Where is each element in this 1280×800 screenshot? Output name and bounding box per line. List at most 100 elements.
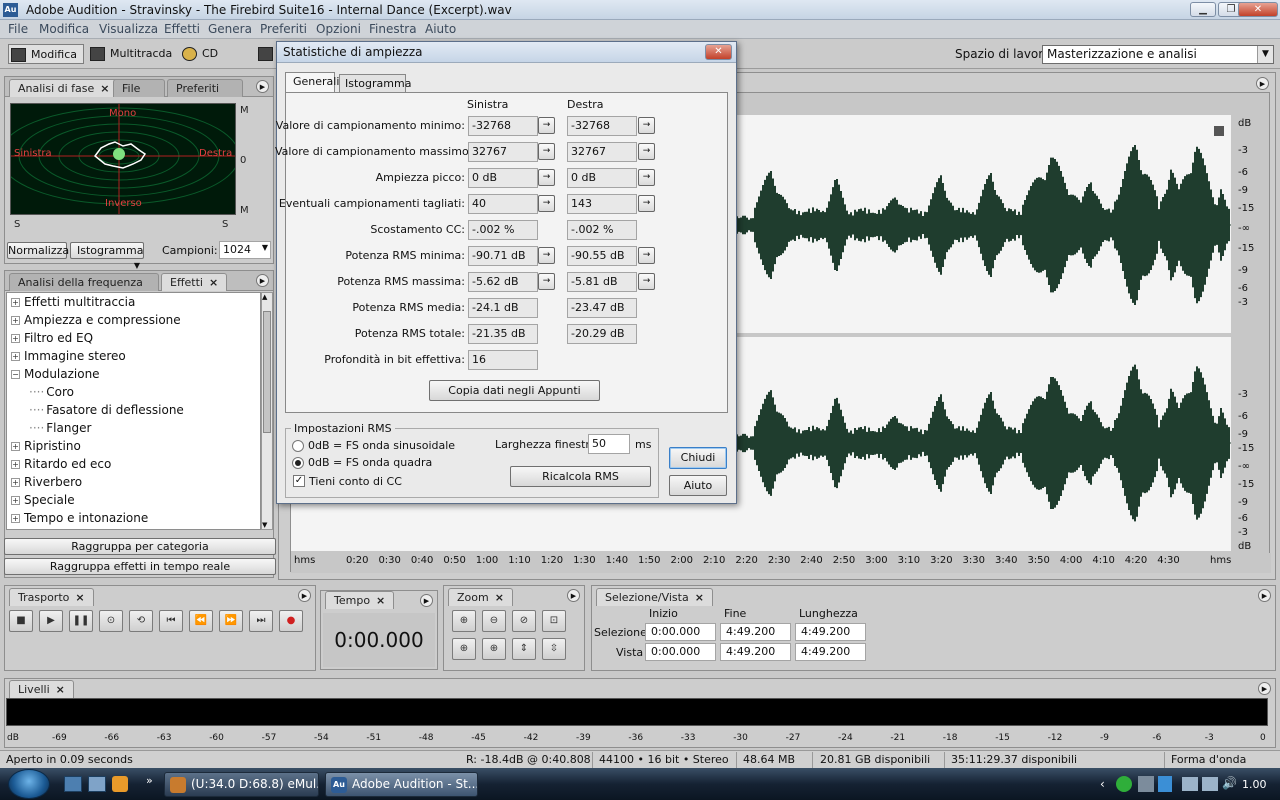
menu-opzioni[interactable]: Opzioni — [316, 22, 361, 36]
tray-network-icon[interactable] — [1158, 776, 1172, 792]
minimize-button[interactable]: ▁ — [1190, 2, 1216, 17]
menu-visualizza[interactable]: Visualizza — [99, 22, 158, 36]
selection-length-field[interactable]: 4:49.200 — [795, 623, 866, 641]
go-to-arrow-icon[interactable]: → — [538, 117, 555, 134]
scroll-up-icon[interactable]: ▲ — [262, 293, 267, 301]
radio-sine[interactable] — [292, 440, 304, 452]
extra-tool-button[interactable] — [256, 44, 274, 64]
effects-tree-item[interactable]: ···· Flanger — [29, 421, 91, 435]
histogram-dropdown[interactable]: Istogramma ▼ — [70, 242, 144, 270]
go-to-arrow-icon[interactable]: → — [638, 273, 655, 290]
effects-tree-item[interactable]: + Immagine stereo — [11, 349, 126, 363]
tray-update-icon[interactable] — [1116, 776, 1132, 792]
tab-generali[interactable]: Generali — [285, 72, 339, 92]
tab-transport[interactable]: Trasporto × — [9, 588, 94, 606]
panel-menu-icon[interactable]: ▶ — [567, 589, 580, 602]
view-end-field[interactable]: 4:49.200 — [720, 643, 791, 661]
window-width-input[interactable]: 50 — [588, 434, 630, 454]
zoom-out-icon[interactable]: ⊖ — [482, 610, 506, 632]
zoom-selection-icon[interactable]: ⊡ — [542, 610, 566, 632]
effects-tree-item[interactable]: + Ampiezza e compressione — [11, 313, 181, 327]
tray-monitor-icon[interactable] — [1182, 777, 1198, 791]
aiuto-button[interactable]: Aiuto — [669, 475, 727, 496]
expand-icon[interactable]: + — [11, 478, 20, 487]
quicklaunch-chevron-icon[interactable]: » — [146, 774, 153, 787]
go-to-arrow-icon[interactable]: → — [638, 117, 655, 134]
multitrack-view-button[interactable]: Multitracda — [88, 44, 172, 64]
effects-tree-item[interactable]: + Filtro ed EQ — [11, 331, 93, 345]
menu-effetti[interactable]: Effetti — [164, 22, 200, 36]
menu-file[interactable]: File — [8, 22, 28, 36]
panel-menu-icon[interactable]: ▶ — [256, 274, 269, 287]
taskbar-audition[interactable]: Au Adobe Audition - St... — [325, 772, 478, 797]
close-icon[interactable]: × — [100, 82, 109, 95]
close-icon[interactable]: × — [695, 591, 704, 604]
zoom-full-icon[interactable]: ⊘ — [512, 610, 536, 632]
chiudi-button[interactable]: Chiudi — [669, 447, 727, 469]
effects-tree-item[interactable]: + Ritardo ed eco — [11, 457, 111, 471]
expand-icon[interactable]: + — [11, 298, 20, 307]
tray-volume-icon[interactable]: 🔊 — [1222, 776, 1237, 790]
go-to-arrow-icon[interactable]: → — [538, 273, 555, 290]
effects-tree-item[interactable]: + Tempo e intonazione — [11, 511, 148, 525]
view-length-field[interactable]: 4:49.200 — [795, 643, 866, 661]
go-to-end-button[interactable]: ⏭ — [249, 610, 273, 632]
view-start-field[interactable]: 0:00.000 — [645, 643, 716, 661]
go-to-arrow-icon[interactable]: → — [538, 247, 555, 264]
menu-modifica[interactable]: Modifica — [39, 22, 89, 36]
expand-icon[interactable]: + — [11, 514, 20, 523]
tab-frequency-analysis[interactable]: Analisi della frequenza — [9, 273, 159, 291]
effects-tree-item[interactable]: + Speciale — [11, 493, 75, 507]
menu-genera[interactable]: Genera — [208, 22, 252, 36]
tab-zoom[interactable]: Zoom × — [448, 588, 513, 606]
loop-button[interactable]: ⟲ — [129, 610, 153, 632]
go-to-arrow-icon[interactable]: → — [638, 195, 655, 212]
tab-preferiti[interactable]: Preferiti — [167, 79, 243, 97]
zoom-left-icon[interactable]: ⊕ — [452, 638, 476, 660]
scroll-thumb[interactable] — [263, 311, 271, 433]
rewind-button[interactable]: ⏪ — [189, 610, 213, 632]
tab-phase-analysis[interactable]: Analisi di fase × — [9, 79, 119, 97]
go-to-start-button[interactable]: ⏮ — [159, 610, 183, 632]
radio-square[interactable] — [292, 457, 304, 469]
effects-tree-item[interactable]: − Modulazione — [11, 367, 100, 381]
panel-menu-icon[interactable]: ▶ — [298, 589, 311, 602]
group-by-category-button[interactable]: Raggruppa per categoria — [4, 538, 276, 555]
panel-menu-icon[interactable]: ▶ — [1258, 682, 1271, 695]
go-to-arrow-icon[interactable]: → — [638, 169, 655, 186]
close-icon[interactable]: × — [495, 591, 504, 604]
tab-istogramma[interactable]: Istogramma — [339, 74, 411, 92]
cd-view-button[interactable]: CD — [180, 44, 218, 64]
expand-icon[interactable]: + — [11, 442, 20, 451]
group-realtime-button[interactable]: Raggruppa effetti in tempo reale — [4, 558, 276, 575]
close-icon[interactable]: × — [376, 594, 385, 607]
selection-end-field[interactable]: 4:49.200 — [720, 623, 791, 641]
expand-icon[interactable]: + — [11, 334, 20, 343]
stop-button[interactable]: ■ — [9, 610, 33, 632]
collapse-icon[interactable]: − — [11, 370, 20, 379]
go-to-arrow-icon[interactable]: → — [638, 247, 655, 264]
dialog-close-button[interactable]: ✕ — [705, 44, 732, 60]
panel-menu-icon[interactable]: ▶ — [1258, 589, 1271, 602]
play-to-end-button[interactable]: ⊙ — [99, 610, 123, 632]
fast-forward-button[interactable]: ⏩ — [219, 610, 243, 632]
go-to-arrow-icon[interactable]: → — [538, 143, 555, 160]
tab-time[interactable]: Tempo × — [325, 591, 395, 609]
panel-menu-icon[interactable]: ▶ — [420, 594, 433, 607]
menu-aiuto[interactable]: Aiuto — [425, 22, 456, 36]
taskbar-emule[interactable]: (U:34.0 D:68.8) eMul... — [164, 772, 319, 797]
effects-tree-item[interactable]: + Ripristino — [11, 439, 81, 453]
selection-start-field[interactable]: 0:00.000 — [645, 623, 716, 641]
start-button[interactable] — [8, 769, 50, 799]
chevron-down-icon[interactable]: ▼ — [1257, 46, 1273, 63]
go-to-arrow-icon[interactable]: → — [638, 143, 655, 160]
zoom-in-icon[interactable]: ⊕ — [452, 610, 476, 632]
close-button[interactable]: ✕ — [1238, 2, 1278, 17]
close-icon[interactable]: × — [209, 276, 218, 289]
tray-device-icon[interactable] — [1138, 776, 1154, 792]
scroll-down-icon[interactable]: ▼ — [262, 521, 267, 529]
effects-tree-item[interactable]: + Riverbero — [11, 475, 82, 489]
tab-levels[interactable]: Livelli × — [9, 680, 74, 698]
pause-button[interactable]: ❚❚ — [69, 610, 93, 632]
copy-to-clipboard-button[interactable]: Copia dati negli Appunti — [429, 380, 600, 401]
